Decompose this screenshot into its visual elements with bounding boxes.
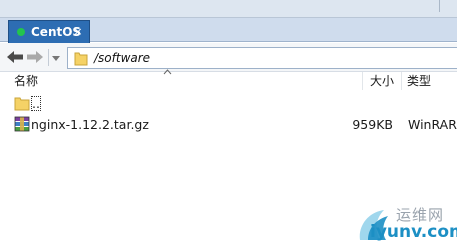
tab-centos[interactable]: CentOS × (8, 20, 90, 43)
path-bar: /software (0, 43, 457, 72)
column-divider[interactable] (362, 72, 363, 90)
watermark: 运维网 iyunv.com (352, 198, 457, 246)
column-header-type[interactable]: 类型 (407, 73, 431, 90)
splitter-grip[interactable] (439, 0, 449, 12)
watermark-text-bottom: iyunv.com (370, 222, 457, 242)
tab-bar: CentOS × (0, 18, 457, 43)
back-arrow-icon[interactable] (6, 50, 24, 64)
column-header-size[interactable]: 大小 (370, 73, 394, 90)
file-type: WinRAR (408, 117, 457, 132)
file-name: nginx-1.12.2.tar.gz (31, 117, 149, 132)
folder-icon (14, 97, 30, 111)
path-input[interactable]: /software (67, 47, 457, 69)
folder-icon (74, 52, 88, 65)
file-list-header: 名称 大小 类型 (0, 69, 457, 90)
column-header-name[interactable]: 名称 (14, 73, 38, 90)
sort-ascending-icon (163, 69, 172, 75)
winrar-archive-icon (14, 116, 30, 132)
file-size: 959KB (352, 117, 393, 132)
column-divider[interactable] (401, 72, 402, 90)
file-row[interactable]: nginx-1.12.2.tar.gz 959KB WinRAR (0, 114, 457, 135)
forward-arrow-icon[interactable] (26, 50, 44, 64)
close-icon[interactable]: × (71, 25, 85, 39)
file-row-parent[interactable]: .. (0, 93, 457, 114)
path-text: /software (94, 51, 151, 65)
window-top-strip (0, 0, 457, 18)
chevron-down-icon[interactable] (51, 54, 61, 62)
file-name: .. (31, 96, 41, 111)
connection-status-icon (17, 28, 25, 36)
nav-separator (48, 49, 49, 66)
